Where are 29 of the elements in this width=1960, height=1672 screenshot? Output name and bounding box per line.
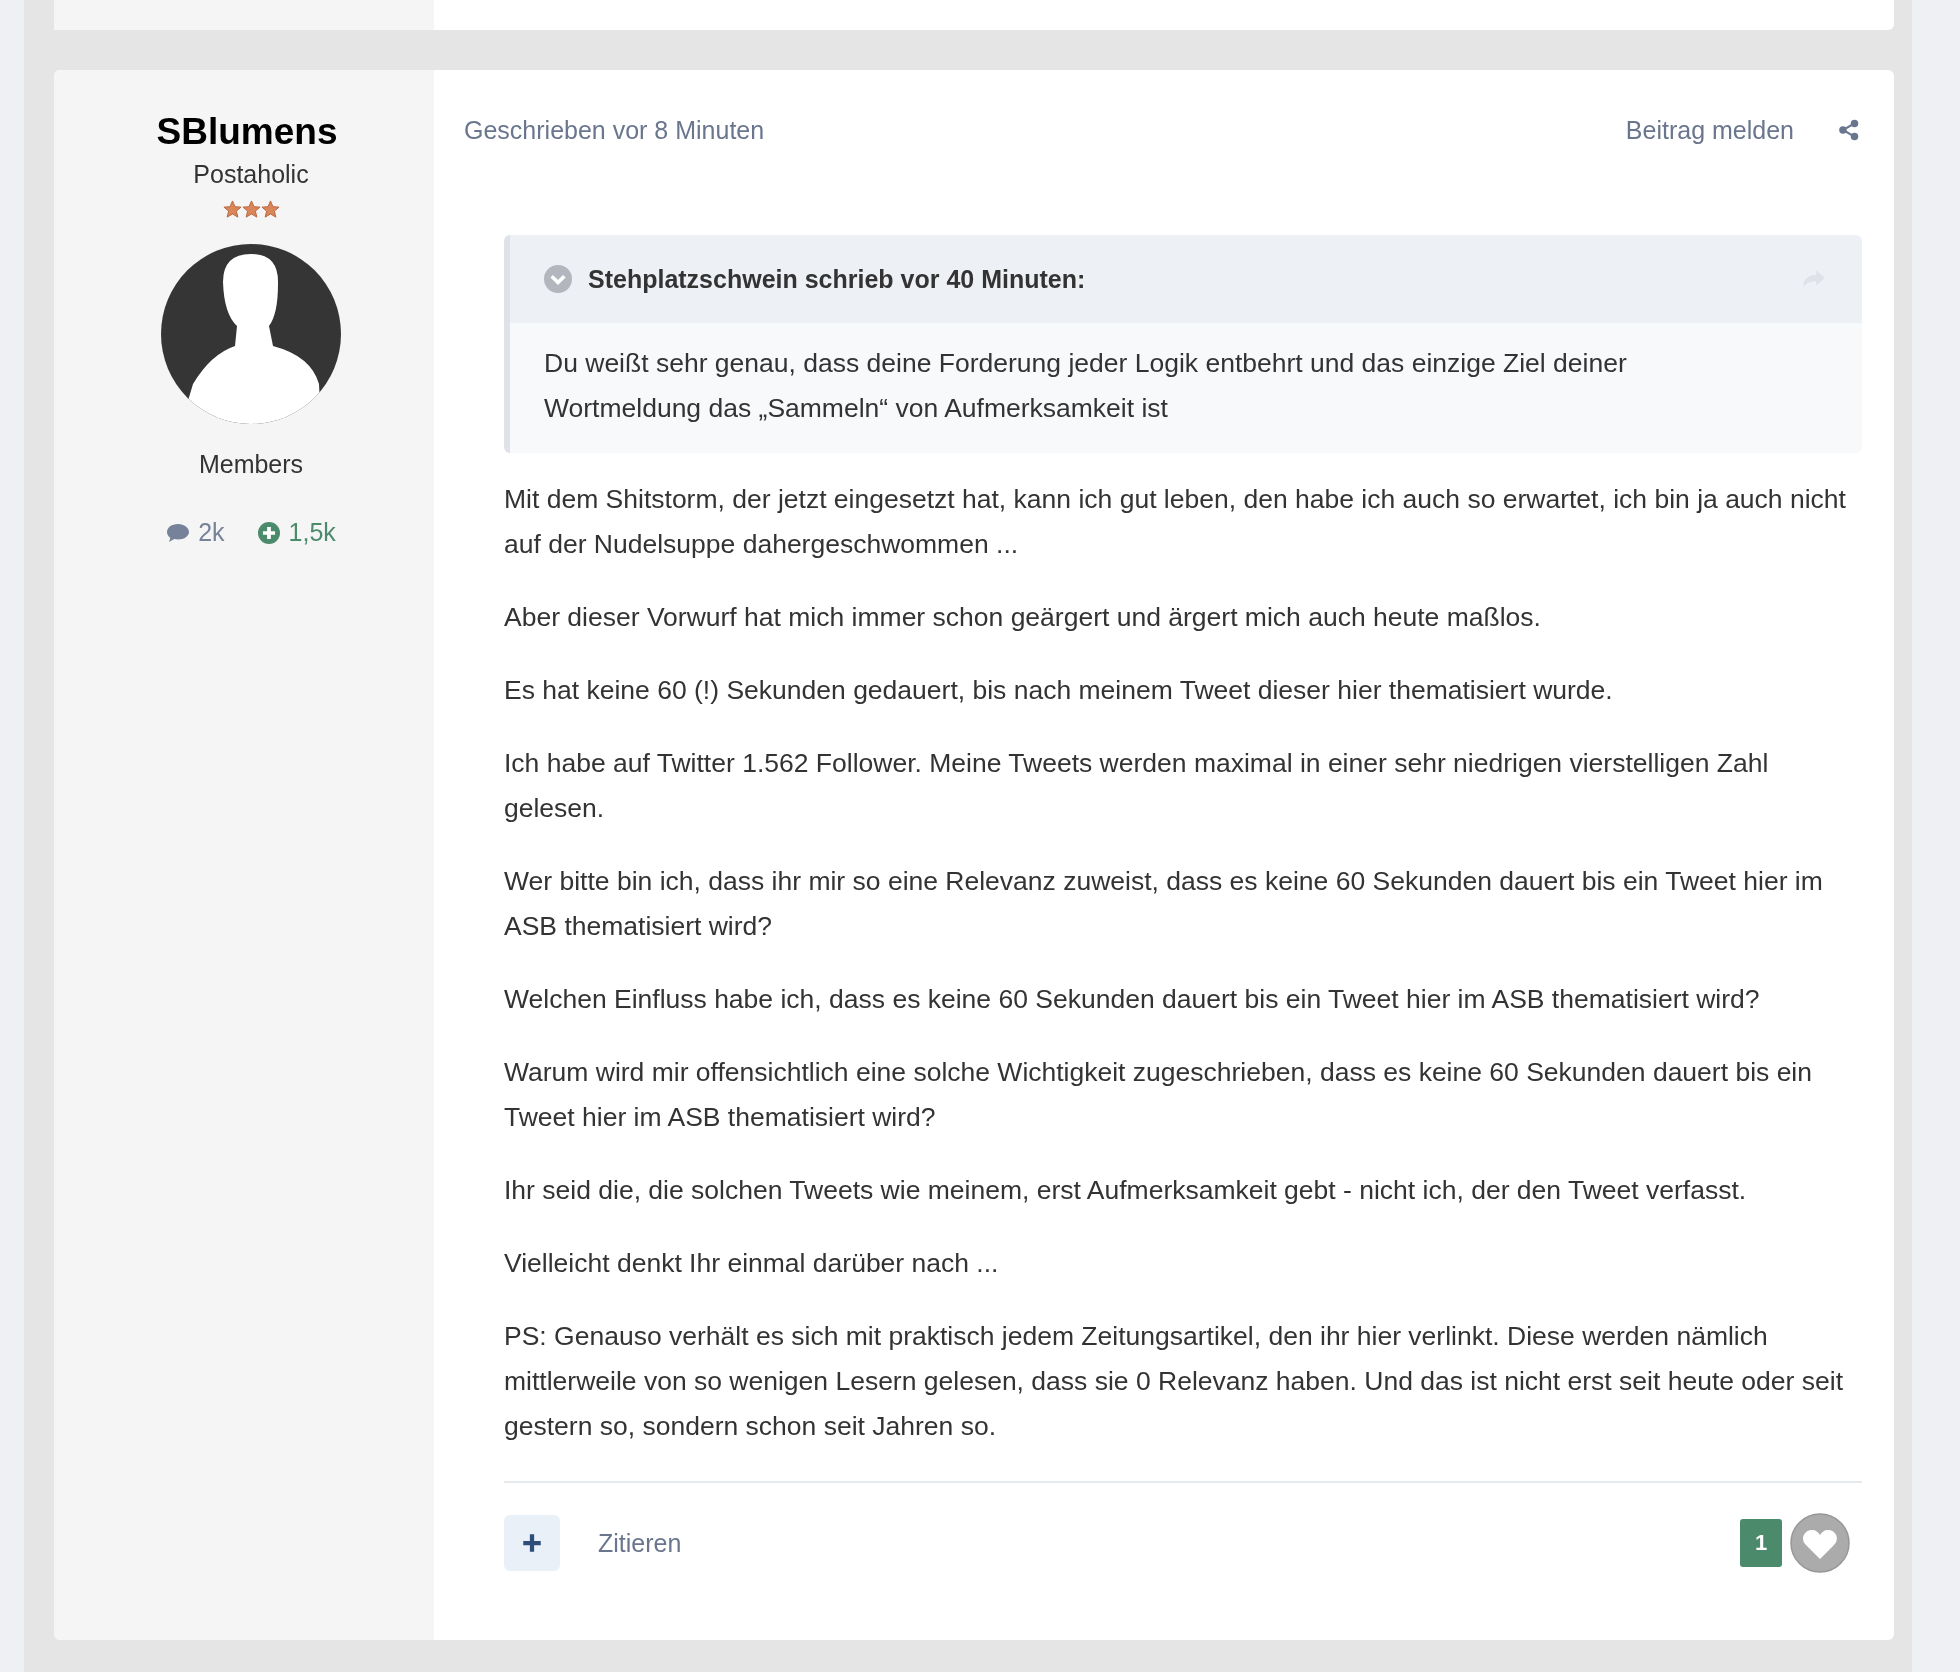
report-link[interactable]: Beitrag melden [1625, 115, 1794, 145]
member-title: Postaholic [193, 159, 309, 190]
member-group: Members [198, 448, 304, 480]
post-paragraph: PS: Genauso verhält es sich mit praktisch jedem Zeitungsartikel, den ihr hier verlinkt. Diese werden nämlich mittlerweile von so wenigen Lesern gelesen, dass sie 0 Relevanz haben. Und das ist nicht erst seit heute oder seit gestern so, sondern schon seit Jahren so. [504, 1320, 1844, 1443]
reputation-count: 1,5k [288, 518, 336, 547]
post-count: 2k [198, 518, 225, 547]
post-paragraph: Wer bitte bin ich, dass ihr mir so eine Relevanz zuweist, dass es keine 60 Sekunden dauert bis ein Tweet hier im ASB thematisiert wird? [504, 865, 1824, 943]
star-icon [260, 200, 280, 219]
post-paragraph: Ich habe auf Twitter 1.562 Follower. Meine Tweets werden maximal in einer sehr niedrigen vierstelligen Zahl gelesen. [504, 747, 1770, 825]
post-paragraph: Aber dieser Vorwurf hat mich immer schon geärgert und ärgert mich auch heute maßlos. [504, 601, 1542, 634]
multiquote-button[interactable] [504, 1515, 560, 1571]
post-paragraph: Warum wird mir offensichtlich eine solche Wichtigkeit zugeschrieben, dass es keine 60 Sekunden dauert bis ein Tweet hier im ASB thematisiert wird? [504, 1056, 1813, 1134]
quote-text: Du weißt sehr genau, dass deine Forderung jeder Logik entbehrt und das einzige Ziel deiner Wortmeldung das „Sammeln“ von Aufmerksamkeit ist [543, 347, 1628, 425]
post-paragraph: Mit dem Shitstorm, der jetzt eingesetzt hat, kann ich gut leben, den habe ich auch so erwartet, ich bin ja auch nicht auf der Nudelsuppe dahergeschwommen ... [504, 483, 1847, 561]
star-icon [241, 200, 261, 219]
plus-circle-icon [256, 521, 281, 544]
reaction-count[interactable]: 1 [1740, 1519, 1782, 1567]
quote-link[interactable]: Zitieren [598, 1528, 682, 1558]
plus-icon [522, 1533, 542, 1553]
post-paragraph: Es hat keine 60 (!) Sekunden gedauert, bis nach meinem Tweet dieser hier thematisiert wurde. [504, 674, 1614, 707]
star-icon [222, 200, 242, 219]
comment-icon [166, 521, 191, 544]
share-icon[interactable] [1838, 119, 1860, 141]
post-date[interactable]: Geschrieben vor 8 Minuten [464, 115, 765, 145]
author-name[interactable]: SBlumens [156, 110, 338, 154]
post-paragraph: Welchen Einfluss habe ich, dass es keine 60 Sekunden dauert bis ein Tweet hier im ASB thematisiert wird? [504, 983, 1761, 1016]
quote-citation: Stehplatzschwein schrieb vor 40 Minuten: [588, 264, 1087, 294]
post-paragraph: Vielleicht denkt Ihr einmal darüber nach ... [504, 1247, 1000, 1280]
post-paragraph: Ihr seid die, die solchen Tweets wie meinem, erst Aufmerksamkeit gebt - nicht ich, der den Tweet verfasst. [504, 1174, 1748, 1207]
